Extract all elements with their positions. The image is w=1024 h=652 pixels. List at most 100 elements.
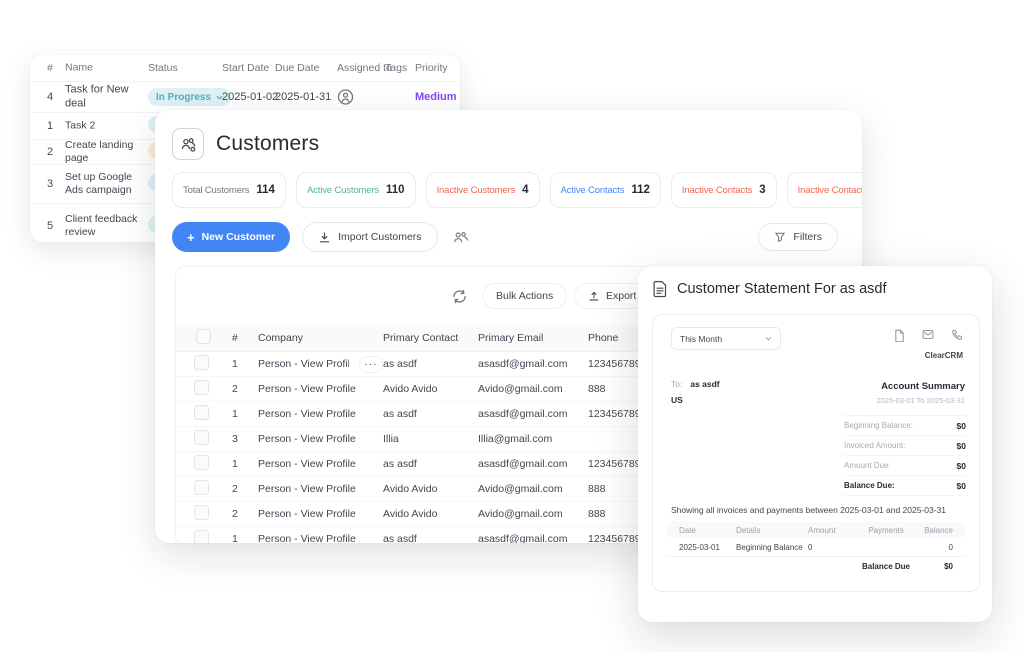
screen: # Name Status Start Date Due Date Assign… (0, 0, 1024, 652)
cell-contact: as asdf (383, 458, 478, 470)
col-num: # (47, 62, 53, 74)
stats-row: Total Customers 114 Active Customers 110… (172, 172, 862, 208)
cell-company[interactable]: Person - View Profile (258, 358, 349, 370)
status-badge[interactable]: In Progress (148, 88, 231, 106)
row-checkbox[interactable] (194, 355, 209, 370)
team-button[interactable] (450, 222, 471, 252)
stat-value: 112 (631, 184, 650, 196)
assignee-avatar-icon[interactable] (337, 89, 354, 106)
statement-title: Customer Statement For as asdf (677, 281, 887, 297)
col-amount: Amount (808, 526, 848, 535)
cell-details: Beginning Balance (736, 543, 808, 552)
cell-date: 2025-03-01 (667, 543, 736, 552)
cell-contact: as asdf (383, 358, 478, 370)
row-checkbox[interactable] (194, 480, 209, 495)
col-balance: Balance (924, 526, 965, 535)
select-all-checkbox[interactable] (196, 329, 211, 344)
row-checkbox[interactable] (194, 455, 209, 470)
task-start-date: 2025-01-02 (222, 91, 278, 103)
cell-num: 2 (224, 483, 258, 495)
cell-company[interactable]: Person - View Profile (258, 508, 356, 520)
cell-num: 3 (224, 433, 258, 445)
to-region: US (671, 395, 720, 405)
stat-value: 3 (759, 184, 765, 196)
col-date: Date (667, 526, 736, 535)
col-priority: Priority (415, 62, 448, 74)
cell-email: asasdf@gmail.com (478, 408, 588, 420)
new-customer-button[interactable]: + New Customer (172, 222, 290, 252)
row-checkbox[interactable] (194, 405, 209, 420)
summary-row: Amount Due: $0 (844, 456, 966, 476)
cell-company[interactable]: Person - View Profile (258, 533, 356, 543)
col-company: Company (258, 332, 383, 344)
new-customer-label: New Customer (202, 231, 276, 243)
email-button[interactable] (922, 329, 934, 342)
cell-company[interactable]: Person - View Profile (258, 458, 356, 470)
col-start-date: Start Date (222, 62, 269, 74)
col-assigned-to: Assigned to (337, 62, 392, 74)
account-summary-rows: Beginning Balance: $0 Invoiced Amount: $… (844, 415, 966, 496)
file-icon (896, 330, 903, 342)
chevron-down-icon (765, 336, 772, 341)
balance-due-value: $0 (924, 562, 965, 571)
col-num: # (224, 332, 258, 344)
stat-value: 4 (522, 184, 528, 196)
priority-label: Medium (415, 91, 457, 103)
cell-email: Avido@gmail.com (478, 483, 588, 495)
bulk-actions-button[interactable]: Bulk Actions (482, 283, 567, 309)
import-customers-button[interactable]: Import Customers (302, 222, 437, 252)
cell-company[interactable]: Person - View Profile (258, 483, 356, 495)
stat-label: Active Customers (307, 185, 379, 196)
refresh-button[interactable] (452, 289, 467, 304)
cell-company[interactable]: Person - View Profile (258, 383, 356, 395)
period-select[interactable]: This Month (671, 327, 781, 350)
statement-card: This Month (652, 314, 980, 592)
row-checkbox[interactable] (194, 530, 209, 543)
stat-chip-active-contacts: Active Contacts 112 (550, 172, 661, 208)
statement-table-header: Date Details Amount Payments Balance (667, 522, 965, 538)
pdf-file-button[interactable] (894, 329, 905, 342)
account-summary-title: Account Summary (881, 381, 965, 392)
phone-icon (953, 331, 962, 340)
recipient-block: To: as asdf US (671, 379, 720, 405)
page-title: Customers (216, 132, 319, 156)
cell-email: Illia@gmail.com (478, 433, 588, 445)
cell-contact: Avido Avido (383, 508, 478, 520)
col-payments: Payments (848, 526, 924, 535)
cell-num: 1 (224, 358, 258, 370)
tasks-header-row: # Name Status Start Date Due Date Assign… (30, 55, 460, 82)
cell-company[interactable]: Person - View Profile (258, 408, 356, 420)
filter-icon (774, 231, 786, 243)
priority-dropdown[interactable]: Medium (415, 91, 460, 103)
cell-email: Avido@gmail.com (478, 508, 588, 520)
task-name: Create landing page (65, 139, 147, 165)
cell-contact: as asdf (383, 533, 478, 543)
filters-button[interactable]: Filters (758, 223, 838, 251)
summary-value: $0 (957, 481, 966, 491)
statement-table: Date Details Amount Payments Balance 202… (667, 522, 965, 575)
col-due-date: Due Date (275, 62, 319, 74)
customers-icon (172, 128, 204, 160)
task-due-date: 2025-01-31 (275, 91, 331, 103)
row-menu-button[interactable]: ··· (359, 356, 383, 373)
row-checkbox[interactable] (194, 430, 209, 445)
summary-label: Balance Due: (844, 481, 895, 490)
task-num: 3 (47, 178, 53, 190)
statement-table-row: 2025-03-01 Beginning Balance 0 0 (667, 538, 965, 557)
cell-contact: as asdf (383, 408, 478, 420)
to-name: as asdf (690, 379, 719, 389)
phone-button[interactable] (951, 329, 963, 342)
col-primary-email: Primary Email (478, 332, 588, 344)
row-checkbox[interactable] (194, 505, 209, 520)
summary-value: $0 (957, 421, 966, 431)
row-checkbox[interactable] (194, 380, 209, 395)
task-row[interactable]: 4 Task for New deal In Progress 2025-01-… (30, 82, 460, 113)
brand-label: ClearCRM (925, 351, 963, 360)
status-badge-label: In Progress (156, 92, 211, 103)
cell-contact: Avido Avido (383, 483, 478, 495)
cell-company[interactable]: Person - View Profile (258, 433, 356, 445)
summary-value: $0 (957, 461, 966, 471)
cell-email: Avido@gmail.com (478, 383, 588, 395)
cell-num: 1 (224, 458, 258, 470)
account-summary-period: 2025-03-01 To 2025-03-31 (876, 396, 965, 405)
